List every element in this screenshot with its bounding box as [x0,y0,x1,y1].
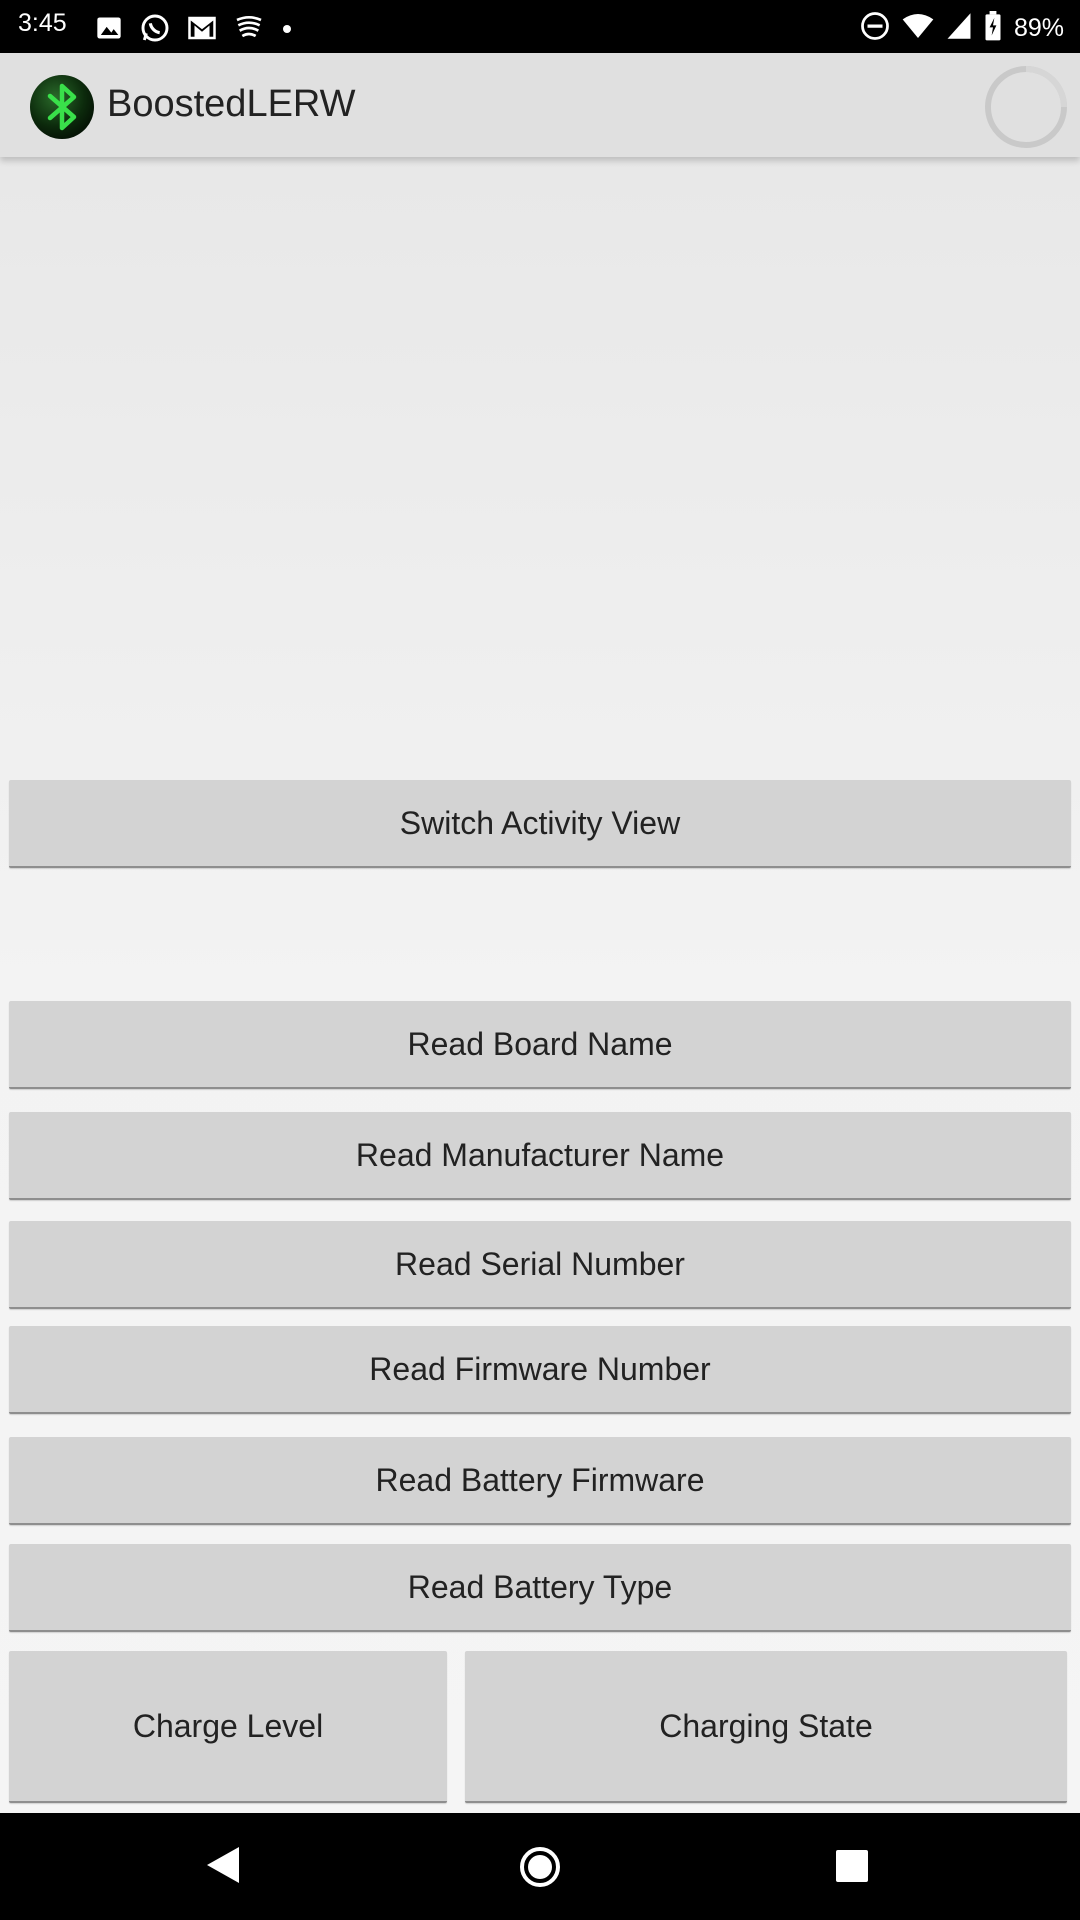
back-icon[interactable] [205,1845,241,1890]
read-board-name-button[interactable]: Read Board Name [9,1001,1071,1089]
system-status-icons: 89% [860,11,1064,46]
do-not-disturb-icon [860,11,890,46]
status-bar: 3:45 89% [0,0,1080,53]
app-bar: BoostedLERW [0,53,1080,157]
whatsapp-icon [139,12,171,49]
charging-state-button[interactable]: Charging State [465,1651,1067,1803]
read-manufacturer-name-button[interactable]: Read Manufacturer Name [9,1112,1071,1200]
loading-spinner-icon [984,65,1068,149]
read-battery-firmware-button[interactable]: Read Battery Firmware [9,1437,1071,1525]
notification-icons [95,12,293,49]
gmail-icon [187,15,217,46]
app-title: BoostedLERW [107,83,356,125]
signal-icon [946,12,972,45]
battery-percent: 89% [1013,14,1064,42]
charge-level-button[interactable]: Charge Level [9,1651,447,1803]
recents-icon[interactable] [835,1849,869,1888]
app-notification-icon [233,14,265,47]
dot-icon [281,22,293,40]
status-time: 3:45 [18,9,67,37]
navigation-bar [0,1813,1080,1920]
read-battery-type-button[interactable]: Read Battery Type [9,1544,1071,1632]
bluetooth-icon [29,74,95,140]
image-icon [95,14,123,47]
home-icon[interactable] [518,1845,562,1894]
battery-icon [984,11,1002,46]
switch-activity-view-button[interactable]: Switch Activity View [9,780,1071,868]
wifi-icon [902,12,934,45]
read-firmware-number-button[interactable]: Read Firmware Number [9,1326,1071,1414]
read-serial-number-button[interactable]: Read Serial Number [9,1221,1071,1309]
